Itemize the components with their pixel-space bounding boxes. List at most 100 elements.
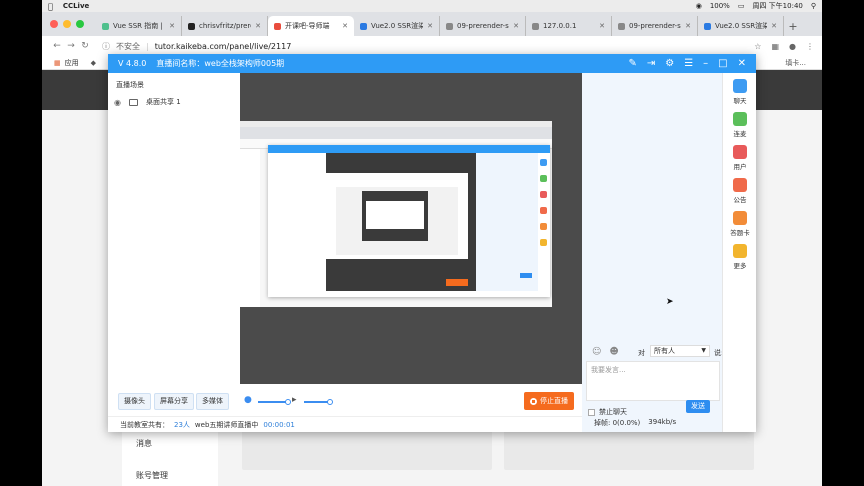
browser-tab[interactable]: 09-prerender-sp ✕ [612, 16, 698, 36]
ban-chat-checkbox[interactable] [588, 408, 595, 416]
send-button[interactable]: 发送 [686, 400, 710, 413]
mac-menubar:  CCLive ◉ 100% ▭ 周四 下午10:40 ⚲ [42, 0, 822, 12]
wifi-icon[interactable]: ◉ [696, 2, 702, 10]
browser-tab[interactable]: 09-prerender-sp ✕ [440, 16, 526, 36]
close-tab-icon[interactable]: ✕ [427, 22, 433, 30]
browser-tab[interactable]: 127.0.0.1 ✕ [526, 16, 612, 36]
browser-tab[interactable]: Vue SSR 指南 | Vu ✕ [96, 16, 182, 36]
sidebar-item[interactable]: 用户 [723, 145, 757, 171]
profile-icon[interactable]: ● [789, 42, 796, 51]
close-icon[interactable]: ✕ [738, 58, 746, 69]
favicon-icon [618, 22, 625, 30]
function-sidebar: 聊天连麦用户公告答题卡更多 [722, 73, 756, 432]
battery-percent: 100% [709, 2, 730, 10]
close-tab-icon[interactable]: ✕ [169, 22, 175, 30]
close-tab-icon[interactable]: ✕ [255, 22, 261, 30]
new-tab-button[interactable]: + [784, 20, 802, 33]
browser-tab[interactable]: Vue2.0 SSR渲染 ✕ [698, 16, 784, 36]
menu-kebab-icon[interactable]: ⋮ [806, 42, 814, 51]
sidebar-item[interactable]: 聊天 [723, 79, 757, 105]
camera-button[interactable]: 摄像头 [118, 393, 151, 410]
maximize-icon[interactable]: □ [718, 58, 727, 69]
screen-share-button[interactable]: 屏幕分享 [154, 393, 194, 410]
minimize-window-icon[interactable] [63, 20, 71, 28]
chat-input[interactable]: 我要发言... [586, 361, 720, 401]
url-text[interactable]: tutor.kaikeba.com/panel/live/2117 [155, 42, 292, 51]
page-side-item-messages[interactable]: 消息 [136, 438, 152, 449]
battery-icon[interactable]: ▭ [738, 2, 745, 10]
exit-icon[interactable]: ⇥ [647, 58, 655, 69]
url-field[interactable]: ⓘ 不安全 | tutor.kaikeba.com/panel/live/211… [102, 41, 291, 52]
ban-chat-toggle[interactable]: 禁止聊天 [588, 407, 627, 417]
tab-title: Vue SSR 指南 | Vu [113, 22, 165, 30]
favicon-icon [704, 22, 711, 30]
forward-icon[interactable]: → [64, 41, 78, 51]
security-label: 不安全 [116, 41, 140, 51]
search-icon[interactable]: ⚲ [811, 2, 816, 10]
status-bar: 当前教室共有： 23人 web五期讲师直播中 00:00:01 [108, 416, 582, 432]
nested-sidebar-icon [540, 207, 547, 214]
tab-title: Vue2.0 SSR渲染 [715, 22, 768, 30]
chat-icon [733, 79, 747, 93]
share-icon[interactable]: ✎ [628, 58, 636, 69]
private-chat-icon[interactable]: ☻ [609, 347, 618, 357]
bookmark-folder-icon[interactable]: ◆ [91, 59, 96, 67]
settings-gear-icon[interactable]: ⚙ [665, 58, 674, 69]
bookmark-fragment[interactable]: 填卡... [785, 58, 806, 68]
apps-bookmark[interactable]: 应用 [65, 58, 79, 68]
browser-tab[interactable]: Vue2.0 SSR渲染 ✕ [354, 16, 440, 36]
extension-icon[interactable]: ▦ [771, 42, 779, 51]
close-tab-icon[interactable]: ✕ [599, 22, 605, 30]
stop-live-button[interactable]: 停止直播 [524, 392, 574, 410]
bookmark-star-icon[interactable]: ☆ [754, 42, 761, 51]
speaker-icon[interactable]: ▸ [292, 395, 297, 405]
speaker-volume-slider[interactable] [304, 399, 333, 405]
scene-item[interactable]: ◉ 桌面共享 1 [114, 97, 181, 107]
sidebar-item-label: 连麦 [733, 130, 747, 138]
minimize-icon[interactable]: – [703, 58, 708, 69]
maximize-window-icon[interactable] [76, 20, 84, 28]
tab-title: 127.0.0.1 [543, 22, 577, 30]
close-tab-icon[interactable]: ✕ [342, 22, 348, 30]
close-tab-icon[interactable]: ✕ [685, 22, 691, 30]
live-status-text: web五期讲师直播中 [194, 420, 259, 429]
chat-to-label: 对 [638, 349, 645, 357]
eye-icon[interactable]: ◉ [114, 98, 121, 107]
browser-tab[interactable]: 开课吧-导师端 ✕ [268, 16, 354, 36]
back-icon[interactable]: ← [50, 41, 64, 51]
menubar-app-name[interactable]: CCLive [63, 2, 89, 10]
apple-icon[interactable]:  [48, 2, 53, 11]
microphone-icon[interactable]: ● [244, 395, 252, 405]
sidebar-item[interactable]: 公告 [723, 178, 757, 204]
apps-grid-icon[interactable]: ▦ [54, 59, 61, 67]
menubar-clock[interactable]: 周四 下午10:40 [752, 1, 802, 11]
slider-knob[interactable] [285, 399, 291, 405]
nested-tabbar [240, 127, 552, 139]
close-tab-icon[interactable]: ✕ [513, 22, 519, 30]
reload-icon[interactable]: ↻ [78, 41, 92, 51]
multimedia-button[interactable]: 多媒体 [196, 393, 229, 410]
toolbar-icons: ☆ ▦ ● ⋮ [754, 42, 814, 51]
chat-target-select[interactable]: 所有人 ▼ [650, 345, 710, 357]
sidebar-item[interactable]: 答题卡 [723, 211, 757, 237]
close-window-icon[interactable] [50, 20, 58, 28]
close-tab-icon[interactable]: ✕ [771, 22, 777, 30]
nested-sidebar-icon [540, 159, 547, 166]
room-count-label: 当前教室共有： [120, 420, 169, 429]
favicon-icon [446, 22, 453, 30]
control-bar: 摄像头 屏幕分享 多媒体 ● ▸ 停止直播 [108, 384, 582, 416]
menu-icon[interactable]: ☰ [684, 58, 693, 69]
tab-title: Vue2.0 SSR渲染 [371, 22, 424, 30]
slider-knob[interactable] [327, 399, 333, 405]
emoji-icon[interactable]: ☺ [592, 347, 601, 357]
sidebar-item[interactable]: 更多 [723, 244, 757, 270]
chat-target-value: 所有人 [654, 347, 675, 355]
nested-send-button [520, 273, 532, 278]
info-icon[interactable]: ⓘ [102, 41, 110, 52]
bitrate: 394kb/s [648, 418, 677, 426]
page-side-item-account[interactable]: 账号管理 [136, 470, 168, 481]
browser-tab[interactable]: chrisvfritz/prere ✕ [182, 16, 268, 36]
mic-volume-slider[interactable] [258, 399, 291, 405]
sidebar-item[interactable]: 连麦 [723, 112, 757, 138]
nested-sidebar-icon [540, 175, 547, 182]
